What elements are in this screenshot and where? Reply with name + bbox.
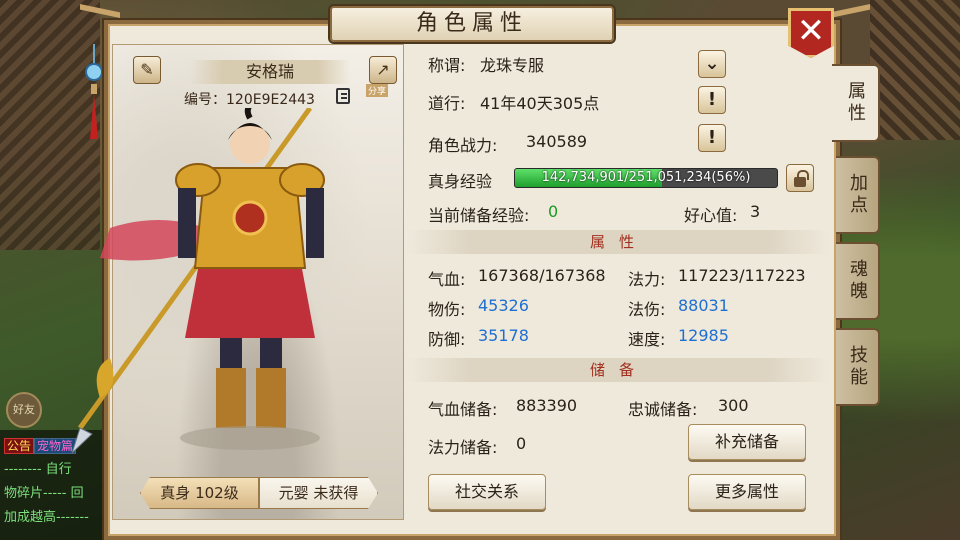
- copy-icon[interactable]: [336, 88, 350, 104]
- tab-true-body[interactable]: 真身 102级: [140, 477, 259, 509]
- exclamation-icon: !: [707, 127, 717, 148]
- tab-nascent-soul[interactable]: 元婴 未获得: [259, 477, 378, 509]
- title-label: 称谓:: [428, 56, 466, 75]
- friends-button[interactable]: 好友: [6, 392, 42, 428]
- mp-reserve-label: 法力储备:: [428, 438, 498, 457]
- exp-label: 真身经验: [428, 172, 493, 191]
- speed-label: 速度:: [628, 330, 666, 349]
- share-button[interactable]: ↗: [369, 56, 397, 84]
- mp-label: 法力:: [628, 270, 666, 289]
- daoxing-value: 41年40天305点: [480, 94, 600, 113]
- exclamation-icon: !: [707, 89, 717, 110]
- share-icon: ↗: [376, 60, 390, 79]
- mp-value: 117223/117223: [678, 266, 806, 285]
- power-value: 340589: [526, 132, 588, 151]
- edit-name-button[interactable]: ✎: [133, 56, 161, 84]
- title-dropdown-button[interactable]: ⌄: [698, 50, 726, 78]
- stats-panel: 称谓: 龙珠专服 ⌄ 道行: 41年40天305点 ! 角色战力: 340589…: [408, 44, 830, 520]
- form-tabs: 真身 102级 元婴 未获得: [140, 477, 378, 509]
- lock-icon: [794, 170, 809, 187]
- phys-damage-label: 物伤:: [428, 300, 466, 319]
- hp-value: 167368/167368: [478, 266, 606, 285]
- character-name: 安格瑞: [190, 60, 350, 84]
- pencil-icon: ✎: [140, 60, 154, 79]
- social-relations-button[interactable]: 社交关系: [428, 474, 546, 510]
- character-model: [71, 108, 325, 454]
- mag-damage-value: 88031: [678, 296, 729, 315]
- tab-points[interactable]: 加点: [836, 156, 880, 234]
- power-label: 角色战力:: [428, 136, 498, 155]
- defense-label: 防御:: [428, 330, 466, 349]
- exp-lock-button[interactable]: [786, 164, 814, 192]
- daoxing-info-button[interactable]: !: [698, 86, 726, 114]
- exp-progress-bar: 142,734,901/251,051,234(56%): [514, 168, 778, 188]
- kindness-label: 好心值:: [684, 206, 738, 225]
- power-info-button[interactable]: !: [698, 124, 726, 152]
- stored-exp-value: 0: [548, 202, 559, 221]
- chat-line: 物碎片----- 回: [4, 486, 84, 501]
- attributes-section-header: 属性: [408, 230, 830, 254]
- hp-reserve-value: 883390: [516, 396, 578, 415]
- background-roof-right: [870, 0, 960, 140]
- chat-line: -------- 自行: [4, 462, 72, 477]
- mp-reserve-value: 0: [516, 434, 527, 453]
- window-title: 角色属性: [330, 6, 614, 42]
- replenish-reserve-button[interactable]: 补充储备: [688, 424, 806, 460]
- chat-line: 加成越高-------: [4, 510, 89, 525]
- hp-reserve-label: 气血储备:: [428, 400, 498, 419]
- speed-value: 12985: [678, 326, 729, 345]
- loyalty-reserve-value: 300: [718, 396, 749, 415]
- tab-soul[interactable]: 魂魄: [836, 242, 880, 320]
- phys-damage-value: 45326: [478, 296, 529, 315]
- chevron-down-icon: ⌄: [704, 53, 720, 74]
- mag-damage-label: 法伤:: [628, 300, 666, 319]
- tab-skills[interactable]: 技能: [836, 328, 880, 406]
- defense-value: 35178: [478, 326, 529, 345]
- share-label: 分享: [366, 84, 389, 97]
- character-id: 编号：120E9E2443: [184, 92, 315, 108]
- notice-tag: 公告: [4, 438, 35, 454]
- hp-label: 气血:: [428, 270, 466, 289]
- reserves-section-header: 储备: [408, 358, 830, 382]
- title-value: 龙珠专服: [480, 56, 545, 75]
- daoxing-label: 道行:: [428, 94, 466, 113]
- tab-attributes[interactable]: 属性: [832, 64, 880, 142]
- stored-exp-label: 当前储备经验:: [428, 206, 530, 225]
- loyalty-reserve-label: 忠诚储备:: [628, 400, 698, 419]
- more-attributes-button[interactable]: 更多属性: [688, 474, 806, 510]
- kindness-value: 3: [750, 202, 761, 221]
- exp-progress-text: 142,734,901/251,051,234(56%): [541, 170, 751, 185]
